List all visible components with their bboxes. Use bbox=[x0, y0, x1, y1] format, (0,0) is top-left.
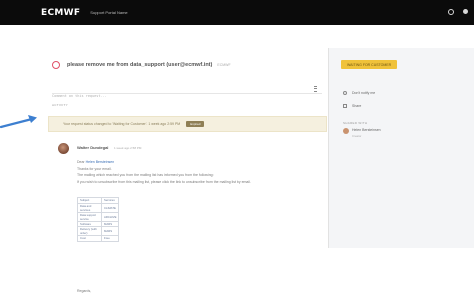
top-icons bbox=[448, 9, 468, 15]
request-meta: ECMWF bbox=[217, 63, 231, 67]
request-type-icon bbox=[52, 61, 60, 69]
table-cell: Data support service bbox=[77, 211, 102, 222]
ecmwf-logo[interactable]: ECMWF bbox=[41, 8, 80, 18]
table-cell: ARCHIVE bbox=[100, 211, 120, 222]
share-button[interactable]: Share bbox=[343, 104, 361, 108]
portal-name-link[interactable]: Support Portal Name bbox=[90, 10, 127, 15]
greeting-text: Dear bbox=[77, 160, 85, 164]
notice-badge: Expired bbox=[186, 121, 205, 127]
expand-icon[interactable] bbox=[313, 84, 318, 94]
table-row: Data support service ARCHIVE bbox=[77, 211, 120, 222]
table-cell: Delivery (with order) bbox=[77, 226, 102, 237]
comment-closing: Regards, bbox=[77, 289, 92, 293]
dont-notify-button[interactable]: Don't notify me bbox=[343, 91, 375, 95]
table-row: Delivery (with order) MARS bbox=[77, 226, 120, 237]
comment-placeholder: Comment on this request... bbox=[52, 94, 107, 98]
comment-input[interactable]: Comment on this request... bbox=[52, 84, 322, 98]
comment-date: 1 week ago 2:58 PM bbox=[114, 145, 142, 150]
table-cell: MARS bbox=[100, 226, 120, 237]
status-button[interactable]: WAITING FOR CUSTOMER bbox=[341, 60, 398, 69]
service-table: Subject Services Data and services CLIMATE… bbox=[77, 197, 120, 242]
table-cell: Free bbox=[100, 235, 120, 242]
avatar bbox=[343, 128, 349, 134]
avatar bbox=[58, 143, 69, 154]
pointer-arrow-icon bbox=[0, 115, 37, 129]
table-row: Data and services CLIMATE bbox=[77, 202, 120, 213]
shared-with-label: SHARED WITH bbox=[343, 121, 368, 125]
comment-body: Dear Helen Bersteinsen Thanks for your e… bbox=[77, 159, 297, 185]
search-icon[interactable] bbox=[448, 9, 454, 15]
status-change-notice: Your request status changed to 'Waiting … bbox=[48, 116, 327, 132]
activity-label: ACTIVITY bbox=[52, 103, 68, 107]
request-sidebar: WAITING FOR CUSTOMER Don't notify me Sha… bbox=[328, 48, 474, 248]
comment-author[interactable]: Walter Dundegal bbox=[77, 145, 108, 150]
request-title: please remove me from data_support (user… bbox=[67, 62, 213, 68]
table-cell: Cost bbox=[77, 235, 102, 242]
request-main-panel: please remove me from data_support (user… bbox=[40, 48, 327, 293]
greeting-name-link[interactable]: Helen Bersteinsen bbox=[86, 160, 115, 164]
notice-text: Your request status changed to 'Waiting … bbox=[63, 122, 181, 126]
shared-user-name[interactable]: Helen Bersteinsen bbox=[352, 128, 381, 132]
comment-line: If you wish to unsubscribe from this mai… bbox=[77, 179, 251, 184]
shared-user-role: Creator bbox=[352, 134, 362, 138]
sidebar-item-label: Share bbox=[352, 104, 362, 108]
sidebar-item-label: Don't notify me bbox=[352, 91, 376, 95]
request-title-row: please remove me from data_support (user… bbox=[52, 61, 231, 69]
table-row: Cost Free bbox=[77, 235, 120, 242]
bell-icon bbox=[343, 91, 347, 95]
top-navigation-bar: ECMWF Support Portal Name bbox=[0, 0, 474, 25]
table-cell: CLIMATE bbox=[100, 202, 120, 213]
profile-icon[interactable] bbox=[463, 9, 468, 14]
share-icon bbox=[343, 104, 347, 108]
table-cell: Data and services bbox=[77, 202, 102, 213]
